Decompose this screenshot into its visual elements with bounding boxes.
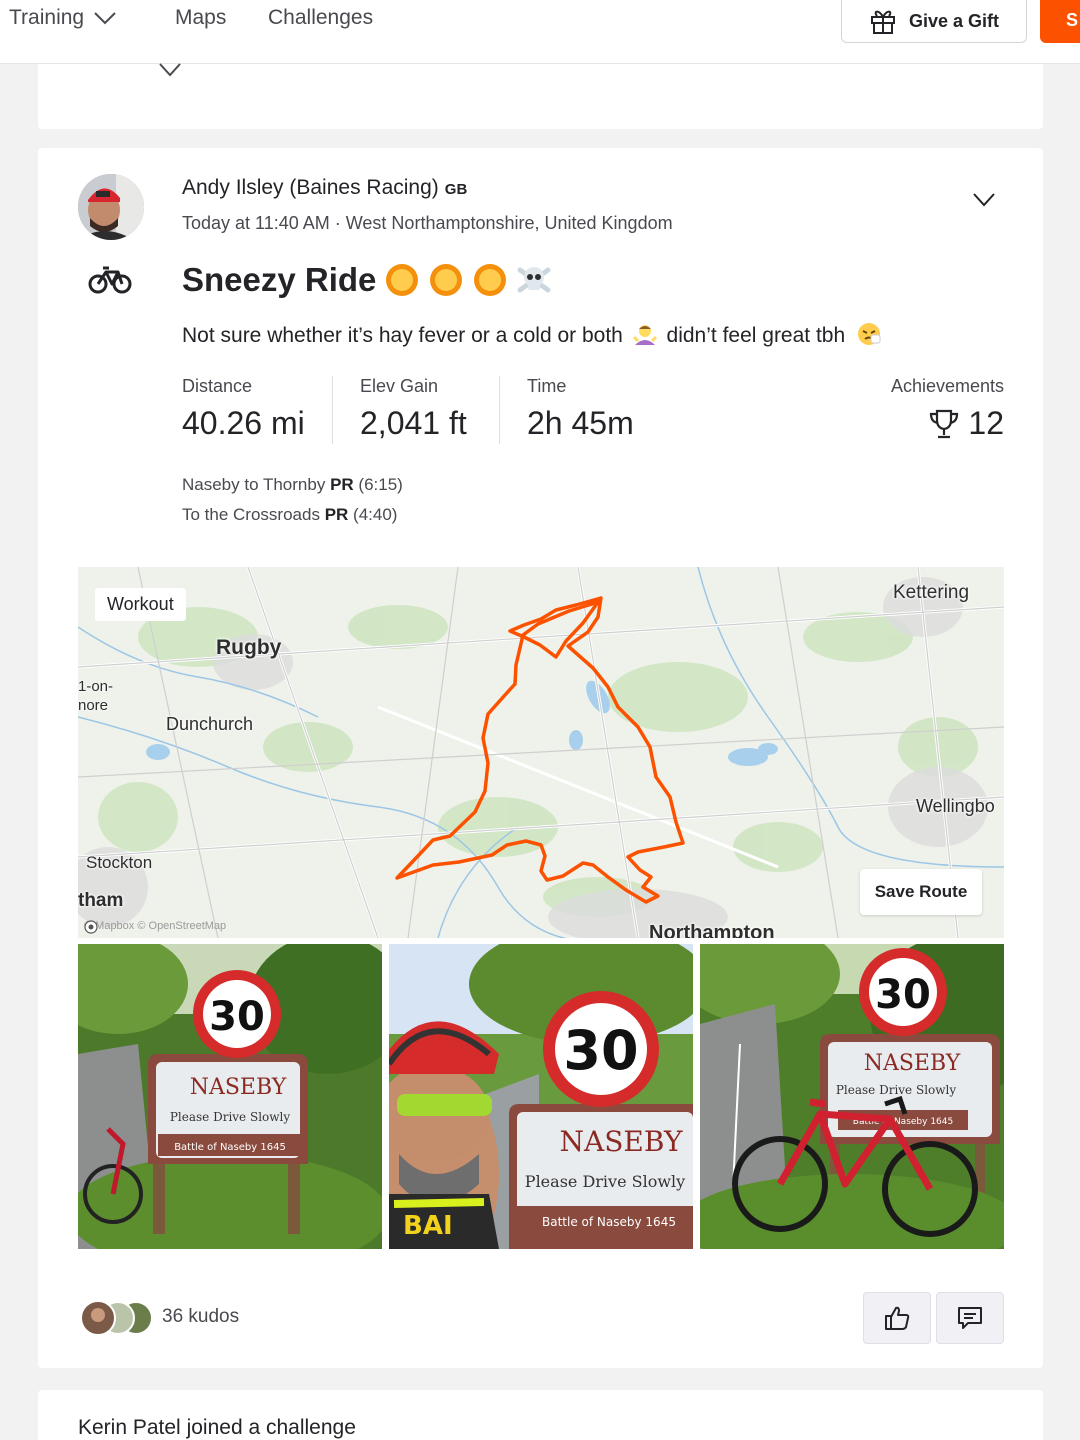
give-kudos-button[interactable]: [863, 1292, 931, 1344]
activity-photo[interactable]: 30 NASEBY Please Drive Slowly Battle of …: [78, 944, 382, 1249]
map-attribution[interactable]: © Mapbox © OpenStreetMap: [84, 920, 227, 934]
sign-sub: Please Drive Slowly: [170, 1110, 291, 1124]
stat-label: Distance: [182, 376, 253, 396]
options-chevron-icon[interactable]: [972, 192, 996, 208]
comment-icon: [958, 1307, 982, 1329]
chevron-down-icon[interactable]: [158, 62, 182, 78]
sign-town: NASEBY: [560, 1125, 683, 1158]
map-place-label: Northampton: [649, 922, 775, 938]
map-place-label: Dunchurch: [166, 714, 254, 734]
sign-town: NASEBY: [864, 1051, 961, 1076]
sun-emoji-icon: [386, 264, 419, 296]
next-feed-card: Kerin Patel joined a challenge: [38, 1390, 1043, 1440]
stat-label: Elev Gain: [360, 376, 439, 396]
give-gift-button[interactable]: Give a Gift: [841, 0, 1027, 43]
activity-meta: Today at 11:40 AM · West Northamptonshir…: [182, 213, 673, 233]
kudos-avatars[interactable]: [78, 1298, 158, 1338]
segment-effort[interactable]: Naseby to Thornby PR (6:15): [182, 475, 403, 495]
athlete-name-text: Andy Ilsley (Baines Racing): [182, 176, 439, 199]
stat-value: 2h 45m: [527, 405, 634, 441]
activity-title[interactable]: Sneezy Ride: [182, 261, 552, 299]
trophy-icon: [930, 409, 959, 438]
country-badge: GB: [444, 181, 468, 198]
activity-photo[interactable]: 30 NASEBY Please Drive Slowly Battle of …: [700, 944, 1004, 1249]
nav-challenges-label: Challenges: [268, 6, 374, 29]
description-text-2: didn’t feel great tbh: [666, 324, 846, 347]
athlete-avatar[interactable]: [78, 174, 144, 240]
segment-time: (4:40): [353, 505, 398, 524]
activity-description: Not sure whether it’s hay fever or a col…: [182, 322, 881, 348]
next-feed-text: Kerin Patel joined a challenge: [78, 1416, 356, 1440]
next-athlete-name[interactable]: Kerin Patel: [78, 1416, 181, 1439]
stat-time: Time 2h 45m: [527, 376, 634, 442]
sign-battle: Battle of Naseby 1645: [174, 1142, 286, 1153]
subscribe-label: S: [1066, 10, 1079, 30]
segment-time: (6:15): [358, 475, 403, 494]
map-place-label: nore: [78, 697, 109, 714]
ride-sport-icon: [88, 266, 132, 294]
stat-value: 2,041 ft: [360, 405, 467, 441]
stat-divider: [499, 376, 500, 444]
give-gift-label: Give a Gift: [908, 10, 1000, 31]
skull-crossbones-icon: [517, 267, 551, 293]
stat-elev-gain: Elev Gain 2,041 ft: [360, 376, 467, 442]
map-place-label: Kettering: [893, 582, 970, 603]
next-action: joined a challenge: [180, 1416, 356, 1439]
stat-label: Time: [527, 376, 567, 396]
athlete-name[interactable]: Andy Ilsley (Baines Racing) GB: [182, 176, 467, 200]
nav-maps-label: Maps: [175, 6, 227, 29]
kudos-count[interactable]: 36 kudos: [162, 1306, 239, 1328]
nav-maps[interactable]: Maps: [175, 6, 226, 30]
shrug-emoji-icon: [632, 325, 657, 345]
map-place-label: Stockton: [86, 853, 153, 872]
map-place-label: tham: [78, 890, 124, 911]
sign-sub: Please Drive Slowly: [836, 1083, 957, 1097]
sun-emoji-icon: [474, 264, 507, 296]
save-route-button[interactable]: Save Route: [860, 869, 982, 915]
map-place-label: 1-on-: [78, 678, 114, 695]
nav-challenges[interactable]: Challenges: [268, 6, 373, 30]
gift-icon: [870, 10, 895, 34]
speed-sign-number: 30: [209, 994, 265, 1040]
previous-feed-card: [38, 62, 1043, 129]
activity-title-text: Sneezy Ride: [182, 261, 377, 298]
sun-emoji-icon: [430, 264, 463, 296]
segment-pr-badge: PR: [324, 505, 349, 524]
sign-sub: Please Drive Slowly: [525, 1172, 685, 1191]
route-map[interactable]: Workout Rugby Kettering 1-on- nore Dunch…: [78, 567, 1004, 938]
mapbox-logo-icon: [84, 920, 98, 934]
stat-value: 40.26 mi: [182, 405, 305, 441]
top-navigation: Training Maps Challenges Give a Gift S: [0, 0, 1080, 64]
jersey-text: BAI: [403, 1211, 453, 1241]
achievements-label: Achievements: [890, 376, 1004, 396]
segment-effort[interactable]: To the Crossroads PR (4:40): [182, 505, 397, 525]
stat-divider: [332, 376, 333, 444]
sign-town: NASEBY: [190, 1075, 287, 1100]
thumbs-up-icon: [885, 1306, 910, 1330]
segment-name: To the Crossroads: [182, 505, 320, 524]
map-place-label: Wellingbo: [916, 796, 995, 816]
stat-distance: Distance 40.26 mi: [182, 376, 305, 442]
activity-card: Andy Ilsley (Baines Racing) GB Today at …: [38, 148, 1043, 1368]
chevron-down-icon: [94, 12, 116, 25]
subscribe-button[interactable]: S: [1040, 0, 1080, 43]
map-place-label: Rugby: [216, 636, 282, 659]
speed-sign-number: 30: [875, 972, 931, 1018]
nav-training-label: Training: [9, 6, 85, 29]
sneezing-face-emoji-icon: [858, 323, 881, 345]
comment-button[interactable]: [936, 1292, 1004, 1344]
segment-pr-badge: PR: [330, 475, 354, 494]
achievements-count: 12: [968, 405, 1004, 441]
workout-type-badge: Workout: [95, 588, 186, 621]
speed-sign-number: 30: [563, 1019, 638, 1082]
description-text-1: Not sure whether it’s hay fever or a col…: [182, 324, 623, 347]
achievements[interactable]: Achievements 12: [838, 376, 1004, 442]
attribution-text: © Mapbox © OpenStreetMap: [84, 920, 227, 932]
nav-training[interactable]: Training: [9, 6, 116, 30]
segment-name: Naseby to Thornby: [182, 475, 326, 494]
sign-battle: Battle of Naseby 1645: [542, 1215, 676, 1229]
activity-photo[interactable]: BAI 30 NASEBY Please Drive Slowly Battle…: [389, 944, 693, 1249]
